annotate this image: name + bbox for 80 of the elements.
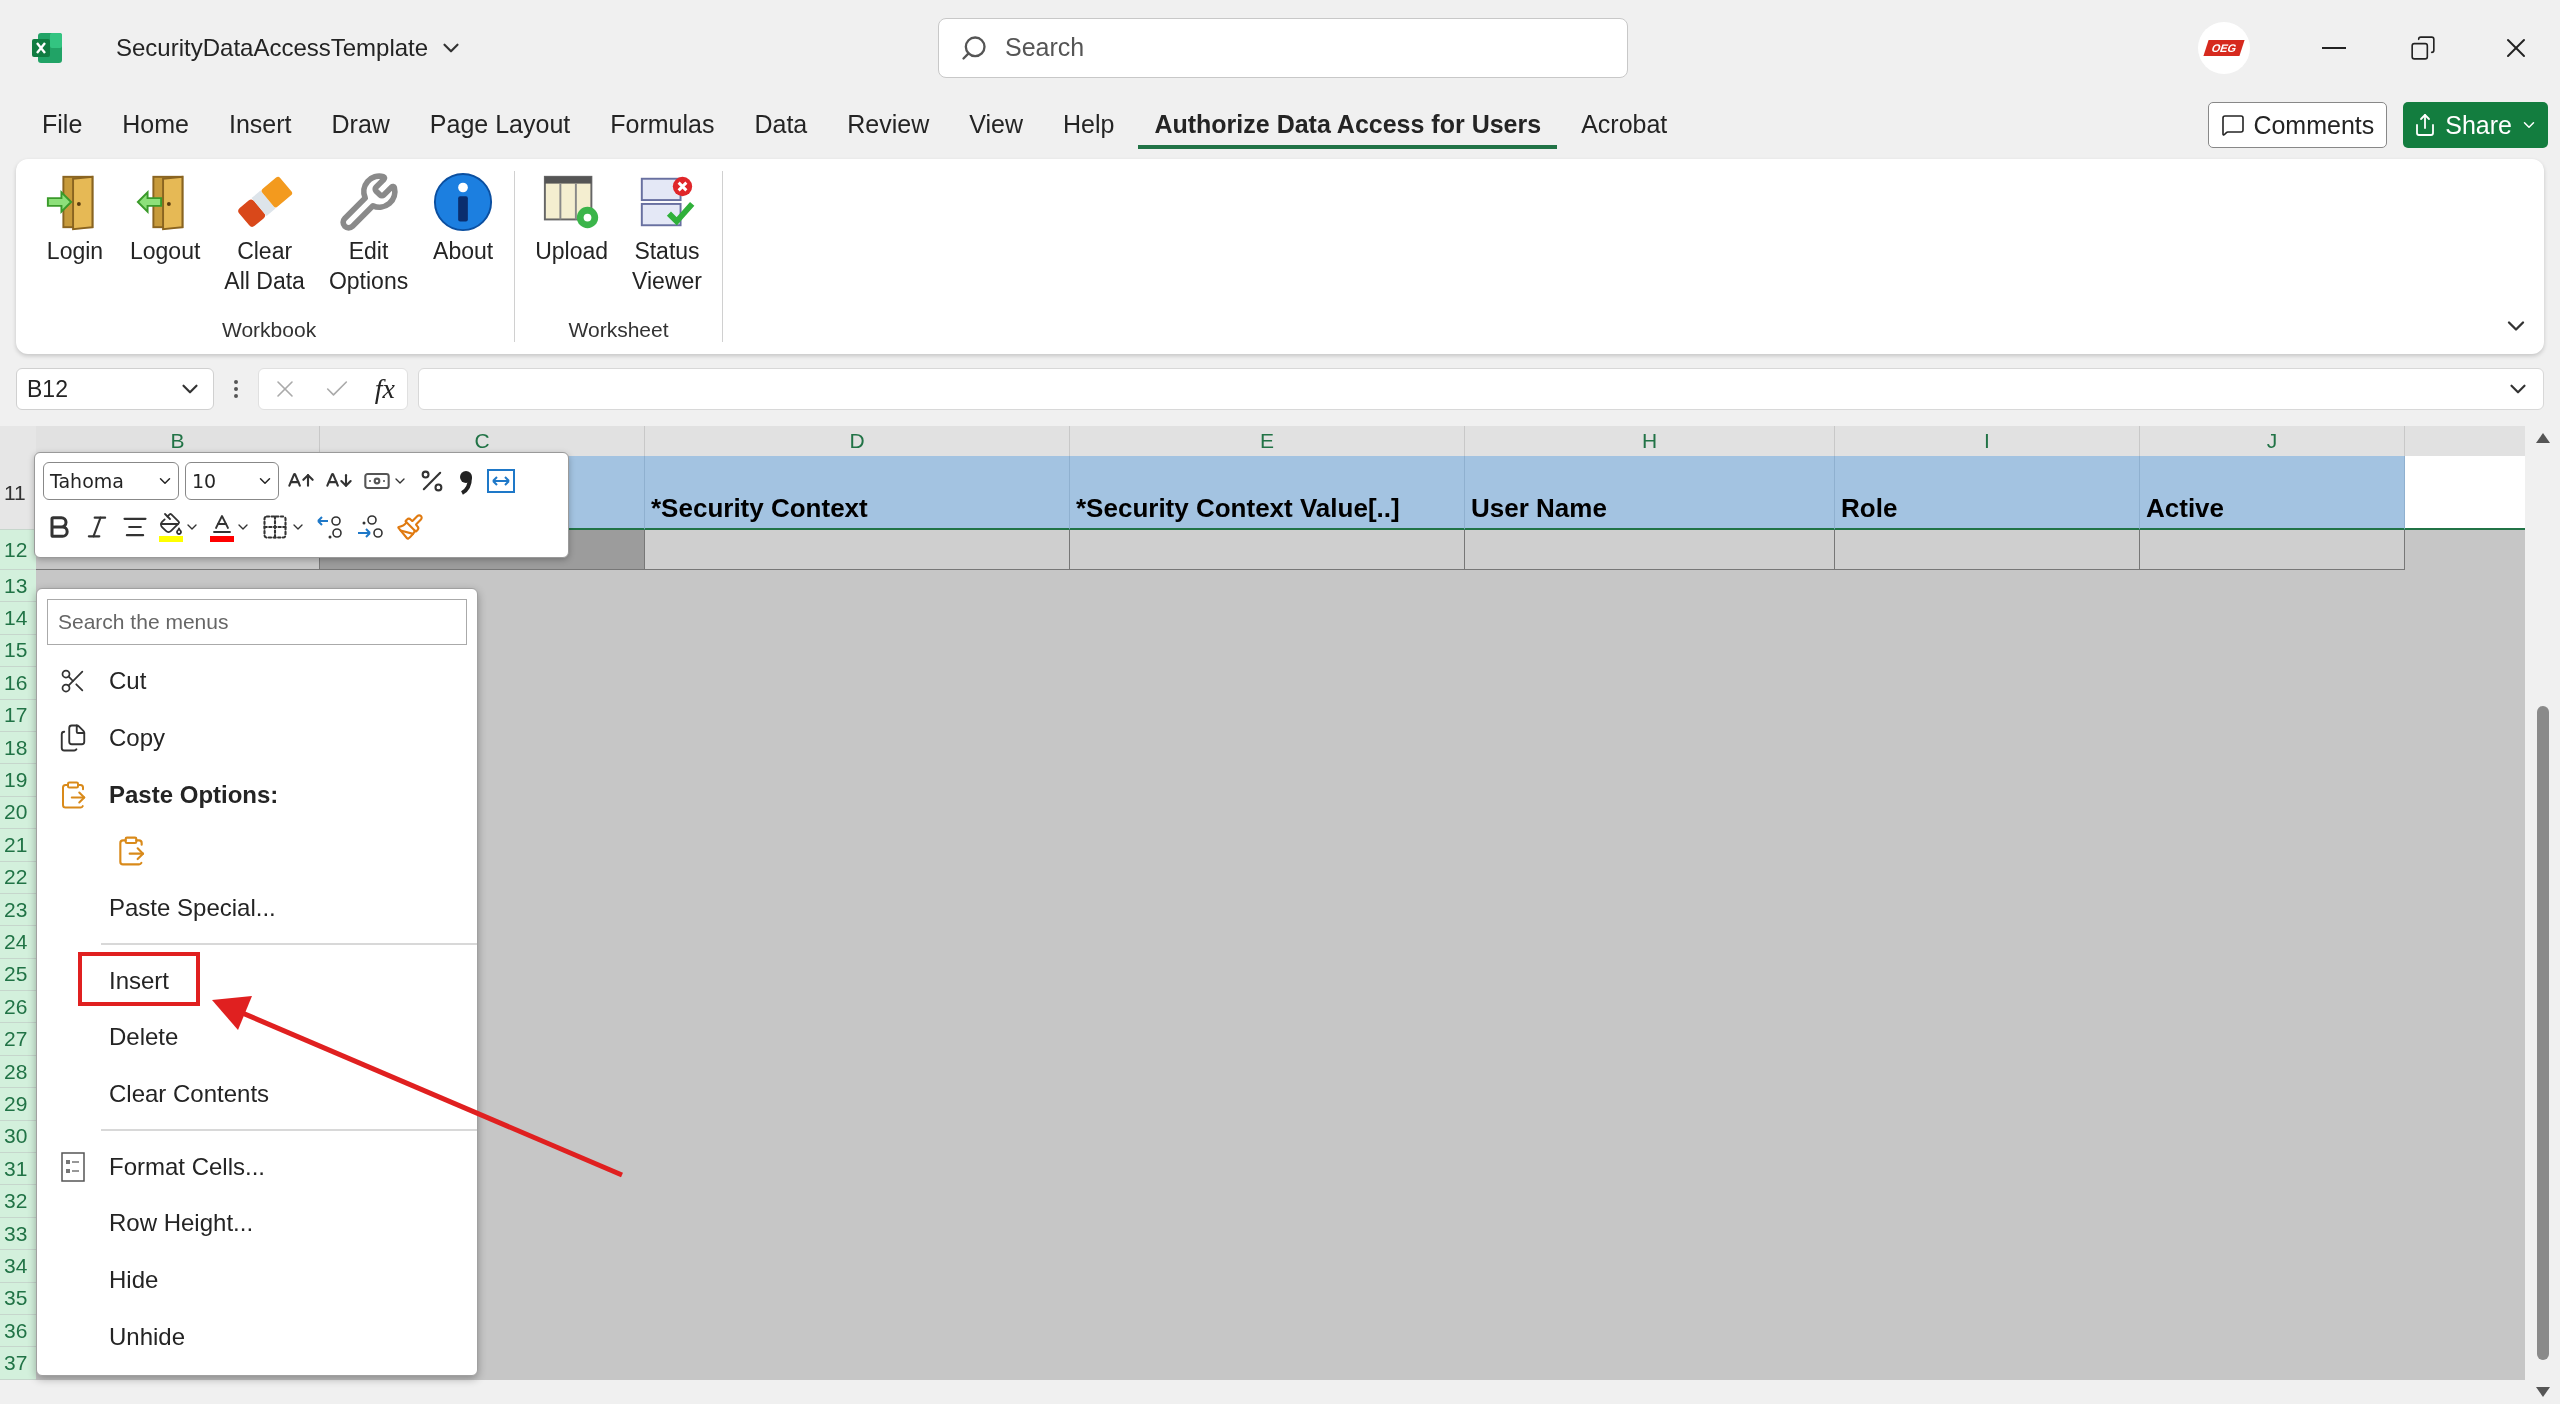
row-header[interactable]: 27 bbox=[0, 1023, 36, 1056]
ribbon-tab[interactable]: Authorize Data Access for Users bbox=[1138, 101, 1558, 149]
ribbon-button[interactable]: Status Viewer bbox=[620, 171, 714, 297]
column-header[interactable]: H bbox=[1465, 426, 1835, 456]
comments-button[interactable]: Comments bbox=[2208, 102, 2388, 148]
row-header[interactable]: 35 bbox=[0, 1282, 36, 1315]
menu-heading: Paste Options: bbox=[109, 780, 279, 809]
ribbon-button[interactable]: Edit Options bbox=[316, 171, 421, 297]
row-header[interactable]: 26 bbox=[0, 991, 36, 1024]
ribbon-tab[interactable]: Review bbox=[831, 101, 946, 149]
name-box[interactable]: B12 bbox=[16, 368, 214, 410]
row-header[interactable]: 21 bbox=[0, 829, 36, 862]
ribbon-tab[interactable]: Home bbox=[106, 101, 205, 149]
row-header[interactable]: 25 bbox=[0, 958, 36, 992]
header-cell: *Security Context bbox=[645, 456, 1070, 530]
row-header[interactable]: 12 bbox=[0, 530, 36, 570]
ribbon-tab[interactable]: Acrobat bbox=[1565, 101, 1684, 149]
header-cell: Role bbox=[1835, 456, 2140, 530]
ribbon-button[interactable]: About bbox=[420, 171, 507, 267]
column-header[interactable]: J bbox=[2140, 426, 2405, 456]
row-header[interactable]: 16 bbox=[0, 667, 36, 700]
row-header[interactable]: 11 bbox=[0, 456, 36, 530]
column-header[interactable]: E bbox=[1070, 426, 1465, 456]
row-header[interactable]: 32 bbox=[0, 1185, 36, 1218]
menu-item[interactable]: Paste Special... bbox=[37, 879, 477, 937]
row-header[interactable]: 24 bbox=[0, 926, 36, 959]
column-header[interactable]: I bbox=[1835, 426, 2140, 456]
row-header[interactable]: 15 bbox=[0, 634, 36, 668]
header-cell: *Security Context Value[..] bbox=[1070, 456, 1465, 530]
row-header[interactable]: 29 bbox=[0, 1088, 36, 1121]
insert-function-button[interactable]: fx bbox=[374, 373, 395, 405]
row-header[interactable]: 14 bbox=[0, 602, 36, 635]
menu-item[interactable]: Row Height... bbox=[37, 1194, 477, 1252]
header-cell: User Name bbox=[1465, 456, 1835, 530]
menu-item[interactable]: Copy bbox=[37, 709, 477, 767]
ribbon-tab[interactable]: Data bbox=[738, 101, 824, 149]
ribbon-button[interactable]: Upload bbox=[523, 171, 621, 267]
row-header[interactable]: 33 bbox=[0, 1217, 36, 1251]
account-avatar[interactable]: OEG bbox=[2198, 21, 2250, 74]
ribbon-tab[interactable]: Help bbox=[1047, 101, 1131, 149]
row-header[interactable]: 22 bbox=[0, 861, 36, 894]
font-size-field[interactable]: 10 bbox=[185, 462, 279, 500]
row-header[interactable]: 19 bbox=[0, 764, 36, 797]
row-header[interactable]: 18 bbox=[0, 731, 36, 765]
row-header[interactable]: 37 bbox=[0, 1347, 36, 1380]
group-label: Workbook bbox=[222, 318, 317, 342]
row-header[interactable]: 17 bbox=[0, 699, 36, 732]
menu-item[interactable]: Hide bbox=[37, 1251, 477, 1309]
ribbon-tab[interactable]: Formulas bbox=[594, 101, 731, 149]
column-header[interactable]: D bbox=[645, 426, 1070, 456]
row-header[interactable]: 20 bbox=[0, 796, 36, 830]
row-header[interactable]: 23 bbox=[0, 893, 36, 927]
header-cell: Active bbox=[2140, 456, 2405, 530]
group-label: Worksheet bbox=[568, 318, 669, 342]
ribbon-tab[interactable]: Draw bbox=[315, 101, 406, 149]
ribbon-button[interactable]: Logout bbox=[118, 171, 213, 267]
search-field[interactable]: Search bbox=[938, 17, 1628, 78]
column-header[interactable]: C bbox=[320, 426, 645, 456]
row-header[interactable]: 30 bbox=[0, 1120, 36, 1154]
menu-item[interactable]: Format Cells... bbox=[37, 1138, 477, 1195]
menu-item[interactable]: Cut bbox=[37, 653, 477, 710]
row-header[interactable]: 28 bbox=[0, 1055, 36, 1089]
menu-search-field[interactable]: Search the menus bbox=[47, 599, 467, 645]
ribbon-tab[interactable]: File bbox=[26, 101, 99, 149]
ribbon-tab[interactable]: View bbox=[953, 101, 1039, 149]
row-header[interactable]: 36 bbox=[0, 1315, 36, 1348]
share-button[interactable]: Share bbox=[2403, 102, 2548, 148]
row-header[interactable]: 31 bbox=[0, 1153, 36, 1186]
menu-item[interactable]: Delete bbox=[37, 1009, 477, 1066]
menu-item[interactable]: Clear Contents bbox=[37, 1065, 477, 1123]
menu-item[interactable]: Insert bbox=[37, 952, 477, 1009]
ribbon-tab[interactable]: Insert bbox=[213, 101, 308, 149]
row-header[interactable]: 13 bbox=[0, 570, 36, 603]
document-title: SecurityDataAccessTemplate bbox=[116, 33, 429, 62]
ribbon-tab[interactable]: Page Layout bbox=[413, 101, 587, 149]
ribbon-button[interactable]: Clear All Data bbox=[212, 171, 317, 297]
row-header[interactable]: 34 bbox=[0, 1250, 36, 1283]
font-name-field[interactable]: Tahoma bbox=[43, 462, 179, 500]
menu-item[interactable]: Unhide bbox=[37, 1308, 477, 1365]
ribbon-button[interactable]: Login bbox=[32, 171, 118, 267]
